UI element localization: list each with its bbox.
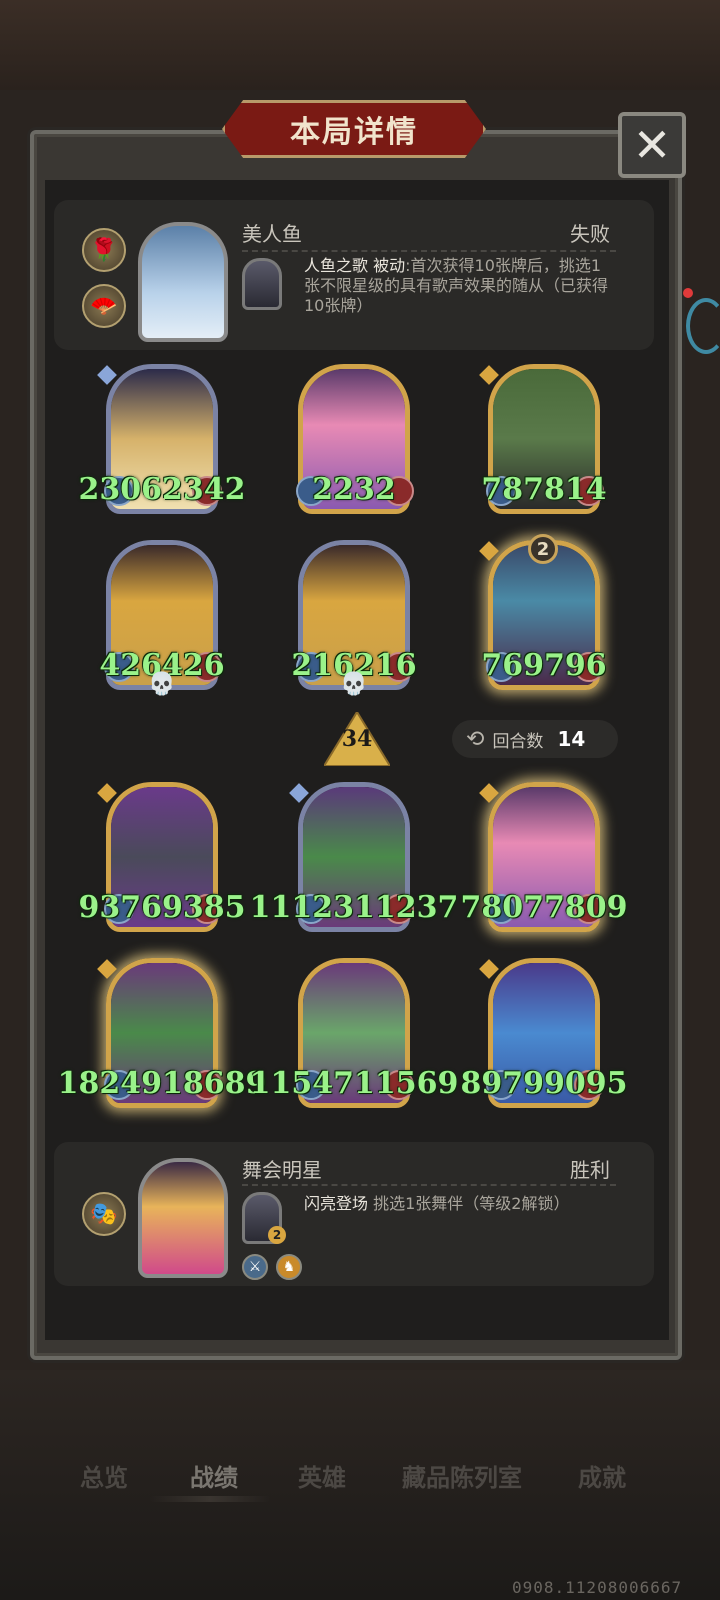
minion-health: 11569 [354,1066,459,1101]
tab-achievements[interactable]: 成就 [578,1458,626,1493]
tavern-tier-value: 34 [341,726,373,752]
minion-health: 2342 [162,472,246,507]
minion-card[interactable]: 9376 9385 [79,782,246,942]
minion-attack: 11547 [249,1066,354,1101]
player-card: 🎭 舞会明星 胜利 2 闪亮登场 挑选1张舞伴（等级2解锁） ⚔ ♞ [54,1142,654,1286]
dancer-hero-portrait [138,1158,228,1278]
minion-health: 32 [354,472,396,507]
minion-card[interactable]: 8979 9095 [461,958,628,1118]
player-hero-name: 舞会明星 [242,1158,322,1182]
minion-attack: 22 [312,472,354,507]
minion-card[interactable]: 7807 7809 [461,782,628,942]
tab-collection[interactable]: 藏品陈列室 [402,1458,522,1493]
minion-attack: 769 [481,648,544,683]
bottom-tab-bar: 总览 战绩 英雄 藏品陈列室 成就 [0,1440,720,1510]
hero-power-desc: 挑选1张舞伴（等级2解锁） [368,1194,570,1213]
minion-health: 9095 [544,1066,628,1101]
minion-level-badge: 2 [528,534,558,564]
skull-icon: 💀 [340,672,368,697]
watermark: 0908.11208006667 [512,1578,683,1597]
minion-attack: 7807 [460,890,545,925]
swords-icon: ⚔ [242,1254,268,1280]
rose-relic-icon: 🌹 [82,228,126,272]
tab-heroes[interactable]: 英雄 [298,1458,346,1493]
minion-attack: 18249 [57,1066,162,1101]
side-menu-handle[interactable] [686,298,720,354]
minion-attack: 2306 [78,472,163,507]
minion-card[interactable]: 11547 11569 [250,958,458,1118]
hero-power-text: 人鱼之歌 被动:首次获得10张牌后，挑选1张不限星级的具有歌声效果的随从（已获得… [304,256,616,316]
hero-power-type: 被动 [373,256,406,275]
close-icon: ✕ [632,118,672,172]
horse-icon: ♞ [276,1254,302,1280]
turn-count-pill: ⟲ 回合数 14 [452,720,618,758]
title-banner: 本局详情 [222,100,486,158]
tab-record[interactable]: 战绩 [190,1458,238,1493]
hero-power-name: 人鱼之歌 [304,256,369,275]
minion-card[interactable]: 769 796 2 [479,534,607,700]
minion-card[interactable]: 22 32 [292,364,416,524]
minion-card[interactable]: 426 426 💀 [99,540,225,700]
minion-health: 814 [544,472,607,507]
close-button[interactable]: ✕ [618,112,686,178]
mermaid-hero-portrait [138,222,228,342]
active-tab-underline [150,1496,270,1502]
hero-power-level: 2 [268,1226,286,1244]
minion-attack: 8979 [460,1066,545,1101]
skull-icon: 💀 [148,672,176,697]
notification-dot [683,288,693,298]
minion-card[interactable]: 18249 18689 [58,958,266,1118]
ballroom-relic-icon: 🎭 [82,1192,126,1236]
divider [242,250,616,252]
minion-health: 7809 [544,890,628,925]
minion-attack: 787 [481,472,544,507]
cycle-icon: ⟲ [466,726,485,752]
minion-card[interactable]: 216 216 💀 [291,540,417,700]
hero-power-text: 闪亮登场 挑选1张舞伴（等级2解锁） [304,1194,616,1214]
opponent-hero-name: 美人鱼 [242,222,302,246]
turn-count-label: 回合数 [492,731,544,752]
minion-health: 796 [544,648,607,683]
divider [242,1184,616,1186]
minion-attack: 9376 [78,890,163,925]
opponent-result: 失败 [570,222,610,246]
hero-power-icon [242,258,282,310]
fan-relic-icon: 🪭 [82,284,126,328]
tab-overview[interactable]: 总览 [80,1458,128,1493]
minion-health: 9385 [162,890,246,925]
opponent-card: 🌹 🪭 美人鱼 失败 人鱼之歌 被动:首次获得10张牌后，挑选1张不限星级的具有… [54,200,654,350]
background-top [0,0,720,90]
minion-card[interactable]: 787 814 [479,364,607,524]
minion-health: 11237 [354,890,459,925]
turn-count-value: 14 [557,727,586,751]
minion-attack: 11123 [249,890,354,925]
hero-power-name: 闪亮登场 [304,1194,369,1213]
minion-card[interactable]: 11123 11237 [250,782,458,942]
tavern-tier-marker: 34 [324,712,390,766]
page-title: 本局详情 [290,115,418,150]
player-result: 胜利 [570,1158,610,1182]
minion-card[interactable]: 2306 2342 [79,364,246,524]
